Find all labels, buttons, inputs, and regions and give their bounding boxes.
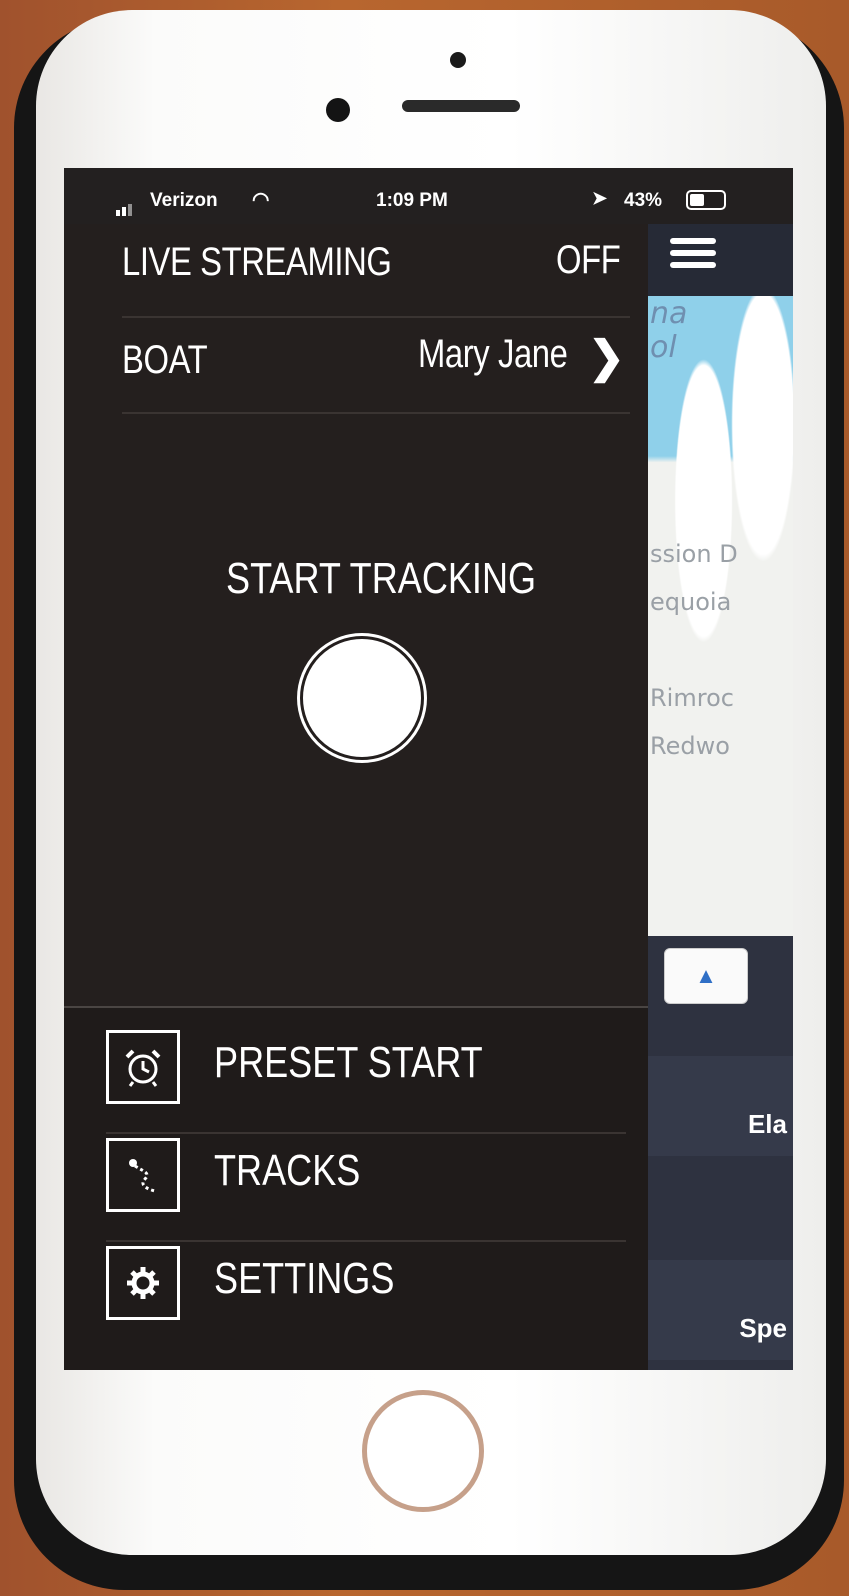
status-bar: Verizon ◠ 1:09 PM ➤ 43%	[64, 168, 793, 224]
map-header	[644, 224, 793, 296]
alarm-clock-icon	[106, 1030, 180, 1104]
menu-item-settings[interactable]: SETTINGS	[64, 1246, 648, 1354]
camera-dot	[450, 52, 466, 68]
start-tracking-button[interactable]	[300, 636, 424, 760]
battery-percent: 43%	[624, 190, 663, 211]
menu-item-tracks[interactable]: TRACKS	[64, 1138, 648, 1246]
map-list-row[interactable]: Ela	[644, 1056, 793, 1156]
map-row-label: Ela	[747, 1109, 787, 1139]
map-label: equoia	[650, 588, 732, 616]
wifi-icon: ◠	[252, 189, 270, 211]
battery-fill	[690, 194, 704, 206]
hamburger-menu-icon[interactable]	[670, 238, 716, 274]
carrier-name: Verizon	[150, 190, 218, 211]
location-icon: ▲	[695, 963, 717, 988]
divider	[106, 1132, 626, 1134]
live-streaming-label: LIVE STREAMING	[122, 240, 392, 284]
signal-icon	[116, 194, 134, 216]
map-view[interactable]: na ol ssion D equoia Rimroc Redwo ▲	[644, 296, 793, 1004]
earpiece-speaker	[402, 100, 520, 112]
live-streaming-value: OFF	[556, 238, 621, 282]
bottom-menu: PRESET START TRACKS SETTINGS	[64, 1008, 648, 1370]
menu-label: TRACKS	[214, 1146, 361, 1195]
map-label: ol	[650, 330, 677, 365]
menu-label: SETTINGS	[214, 1254, 395, 1303]
app-screen: Verizon ◠ 1:09 PM ➤ 43% na ol ssion D eq…	[64, 168, 793, 1370]
battery-icon	[686, 190, 726, 210]
map-list-row[interactable]: Spe	[644, 1260, 793, 1360]
location-arrow-icon: ➤	[592, 188, 608, 208]
menu-label: PRESET START	[214, 1038, 483, 1087]
map-label: na	[650, 296, 688, 331]
divider	[122, 412, 630, 414]
boat-value: Mary Jane	[418, 332, 568, 376]
menu-item-preset-start[interactable]: PRESET START	[64, 1030, 648, 1138]
status-time: 1:09 PM	[376, 190, 448, 211]
map-label: Redwo	[650, 732, 730, 760]
locate-me-button[interactable]: ▲	[664, 948, 748, 1004]
map-row-label: Spe	[739, 1313, 787, 1343]
map-panel[interactable]: na ol ssion D equoia Rimroc Redwo ▲ Ela …	[644, 224, 793, 1370]
home-button[interactable]	[362, 1390, 484, 1512]
divider	[106, 1240, 626, 1242]
map-label: Rimroc	[650, 684, 734, 712]
start-tracking-label: START TRACKING	[226, 554, 537, 603]
map-label: ssion D	[650, 540, 738, 568]
chevron-right-icon: ❯	[588, 333, 625, 382]
gear-icon	[106, 1246, 180, 1320]
front-camera	[326, 98, 350, 122]
divider	[122, 316, 630, 318]
boat-label: BOAT	[122, 338, 208, 382]
side-drawer: LIVE STREAMING OFF BOAT Mary Jane ❯ STAR…	[64, 224, 648, 1370]
track-path-icon	[106, 1138, 180, 1212]
